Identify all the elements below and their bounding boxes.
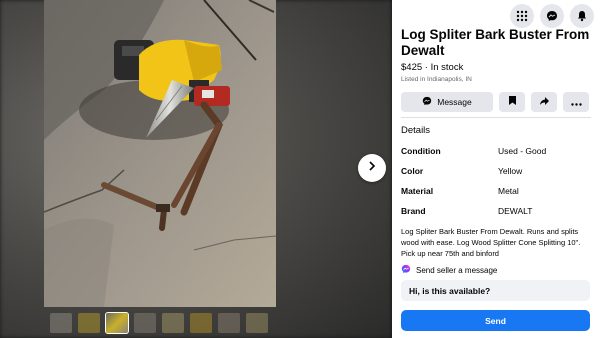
detail-value: Yellow xyxy=(498,166,523,176)
messenger-icon xyxy=(422,96,432,108)
message-input[interactable] xyxy=(401,280,590,301)
share-arrow-icon xyxy=(539,93,550,111)
action-bar: Message xyxy=(401,92,589,112)
detail-key: Brand xyxy=(401,206,426,216)
detail-key: Color xyxy=(401,166,424,176)
separator: · xyxy=(422,62,431,73)
bell-icon[interactable] xyxy=(570,4,594,28)
listing-description: Log Spliter Bark Buster From Dewalt. Run… xyxy=(401,227,581,258)
detail-value: Metal xyxy=(498,186,519,196)
messenger-icon xyxy=(401,264,411,276)
thumbnail[interactable] xyxy=(50,313,72,333)
detail-key: Condition xyxy=(401,146,441,156)
detail-row-color: Color Yellow xyxy=(401,166,591,178)
chevron-right-icon xyxy=(366,159,378,177)
thumbnail-strip xyxy=(50,312,268,335)
detail-row-brand: Brand DEWALT xyxy=(401,206,591,218)
bookmark-icon xyxy=(508,93,517,111)
detail-value: DEWALT xyxy=(498,206,533,216)
thumbnail[interactable] xyxy=(246,313,268,333)
message-button[interactable]: Message xyxy=(401,92,493,112)
divider xyxy=(401,117,591,118)
thumbnail[interactable] xyxy=(218,313,240,333)
listing-title: Log Spliter Bark Buster From Dewalt xyxy=(401,27,590,58)
thumbnail[interactable] xyxy=(134,313,156,333)
next-photo-button[interactable] xyxy=(358,154,386,182)
detail-key: Material xyxy=(401,186,434,196)
detail-row-material: Material Metal xyxy=(401,186,591,198)
top-icon-bar xyxy=(510,4,594,28)
price-line: $425 · In stock xyxy=(401,62,463,73)
image-viewer xyxy=(0,0,392,338)
more-options-button[interactable] xyxy=(563,92,589,112)
detail-row-condition: Condition Used - Good xyxy=(401,146,591,158)
thumbnail[interactable] xyxy=(105,312,129,334)
save-button[interactable] xyxy=(499,92,525,112)
share-button[interactable] xyxy=(531,92,557,112)
thumbnail[interactable] xyxy=(162,313,184,333)
more-dots-icon xyxy=(570,93,582,111)
price: $425 xyxy=(401,62,423,73)
listing-photo xyxy=(44,0,276,307)
send-button[interactable]: Send xyxy=(401,310,590,331)
listing-location: Listed in Indianapolis, IN xyxy=(401,76,472,83)
stock-status: In stock xyxy=(430,62,464,73)
thumbnail[interactable] xyxy=(78,313,100,333)
grid-menu-icon[interactable] xyxy=(510,4,534,28)
thumbnail[interactable] xyxy=(190,313,212,333)
message-button-label: Message xyxy=(437,97,472,107)
messenger-icon[interactable] xyxy=(540,4,564,28)
send-seller-label: Send seller a message xyxy=(416,265,498,275)
details-heading: Details xyxy=(401,125,431,136)
send-seller-heading: Send seller a message xyxy=(401,264,497,276)
detail-value: Used - Good xyxy=(498,146,547,156)
